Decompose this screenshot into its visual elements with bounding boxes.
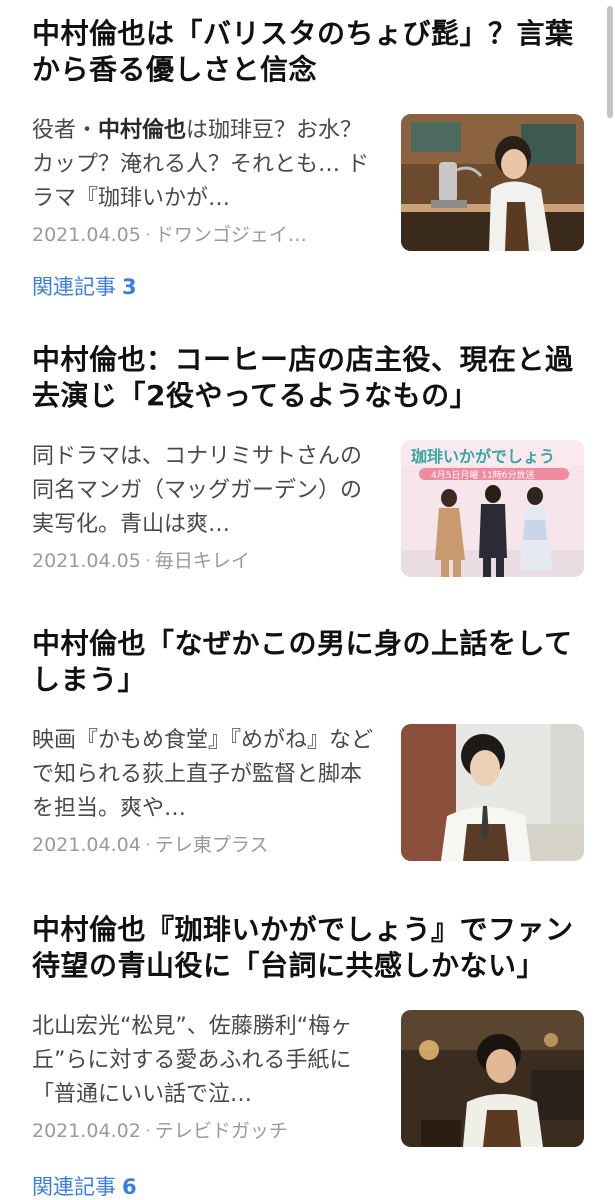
related-label: 関連記事 [32,275,116,299]
snippet-keyword: 中村倫也 [98,118,187,143]
article-snippet: 役者・中村倫也は珈琲豆？お水？カップ？淹れる人？それとも… ドラマ『珈琲いかが… [32,114,380,216]
news-feed: 中村倫也は「バリスタのちょび髭」？言葉から香る優しさと信念 役者・中村倫也は珈琲… [0,0,615,1200]
article-meta: 2021.04.05 · ドワンゴジェイ… [32,223,380,247]
snippet-text: 役者・ [32,118,99,143]
barista-photo [401,114,584,251]
article-headline[interactable]: 中村倫也「なぜかこの男に身の上話をしてしまう」 [32,626,584,698]
article-card[interactable]: 中村倫也は「バリスタのちょび髭」？言葉から香る優しさと信念 役者・中村倫也は珈琲… [32,16,584,299]
article-thumbnail[interactable] [401,724,584,861]
article-body[interactable]: 映画『かもめ食堂』『めがね』などで知られる荻上直子が監督と脚本を担当。爽や… 2… [32,724,584,864]
article-thumbnail[interactable]: 珈琲いかがでしょう 4月5日月曜 11時6分放送 [401,440,584,577]
article-card[interactable]: 中村倫也：コーヒー店の店主役、現在と過去演じ「2役やってるようなもの」 同ドラマ… [32,342,584,577]
actor-portrait-photo [401,724,584,861]
article-meta: 2021.04.04 · テレ東プラス [32,833,380,857]
article-date: 2021.04.05 [32,224,141,246]
article-date: 2021.04.04 [32,834,141,856]
article-date: 2021.04.02 [32,1120,141,1142]
article-source: ドワンゴジェイ… [154,224,307,246]
article-snippet: 映画『かもめ食堂』『めがね』などで知られる荻上直子が監督と脚本を担当。爽や… [32,728,374,821]
article-source: テレビドガッチ [154,1120,288,1142]
article-snippet: 同ドラマは、コナリミサトさんの同名マンガ（マッグガーデン）の実写化。青山は爽… [32,444,363,537]
article-body[interactable]: 役者・中村倫也は珈琲豆？お水？カップ？淹れる人？それとも… ドラマ『珈琲いかが…… [32,114,584,254]
article-thumbnail[interactable] [401,1010,584,1147]
related-count: 3 [122,275,137,299]
related-articles-link[interactable]: 関連記事 6 [32,1174,137,1200]
article-card[interactable]: 中村倫也「なぜかこの男に身の上話をしてしまう」 映画『かもめ食堂』『めがね』など… [32,626,584,861]
article-snippet: 北山宏光“松見”、佐藤勝利“梅ヶ丘”らに対する愛あふれる手紙に「普通にいい話で泣… [32,1014,353,1107]
article-headline[interactable]: 中村倫也『珈琲いかがでしょう』でファン待望の青山役に「台詞に共感しかない」 [32,912,584,984]
article-card[interactable]: 中村倫也『珈琲いかがでしょう』でファン待望の青山役に「台詞に共感しかない」 北山… [32,912,584,1199]
meta-separator: · [144,834,151,856]
article-meta: 2021.04.02 · テレビドガッチ [32,1119,380,1143]
article-date: 2021.04.05 [32,550,141,572]
scrollbar[interactable] [607,6,613,118]
related-label: 関連記事 [32,1175,116,1199]
poster-title: 珈琲いかがでしょう [411,447,555,466]
article-headline[interactable]: 中村倫也は「バリスタのちょび髭」？言葉から香る優しさと信念 [32,16,584,88]
article-body[interactable]: 北山宏光“松見”、佐藤勝利“梅ヶ丘”らに対する愛あふれる手紙に「普通にいい話で泣… [32,1010,584,1150]
article-meta: 2021.04.05 · 毎日キレイ [32,549,380,573]
article-source: テレ東プラス [154,834,269,856]
article-thumbnail[interactable] [401,114,584,251]
article-body[interactable]: 同ドラマは、コナリミサトさんの同名マンガ（マッグガーデン）の実写化。青山は爽… … [32,440,584,580]
meta-separator: · [144,224,151,246]
meta-separator: · [144,550,151,572]
related-count: 6 [122,1175,137,1199]
article-source: 毎日キレイ [154,550,250,572]
poster-banner: 4月5日月曜 11時6分放送 [431,469,535,481]
drama-poster-photo: 珈琲いかがでしょう 4月5日月曜 11時6分放送 [401,440,584,577]
meta-separator: · [144,1120,151,1142]
article-headline[interactable]: 中村倫也：コーヒー店の店主役、現在と過去演じ「2役やってるようなもの」 [32,342,584,414]
related-articles-link[interactable]: 関連記事 3 [32,274,137,300]
cafe-scene-photo [401,1010,584,1147]
